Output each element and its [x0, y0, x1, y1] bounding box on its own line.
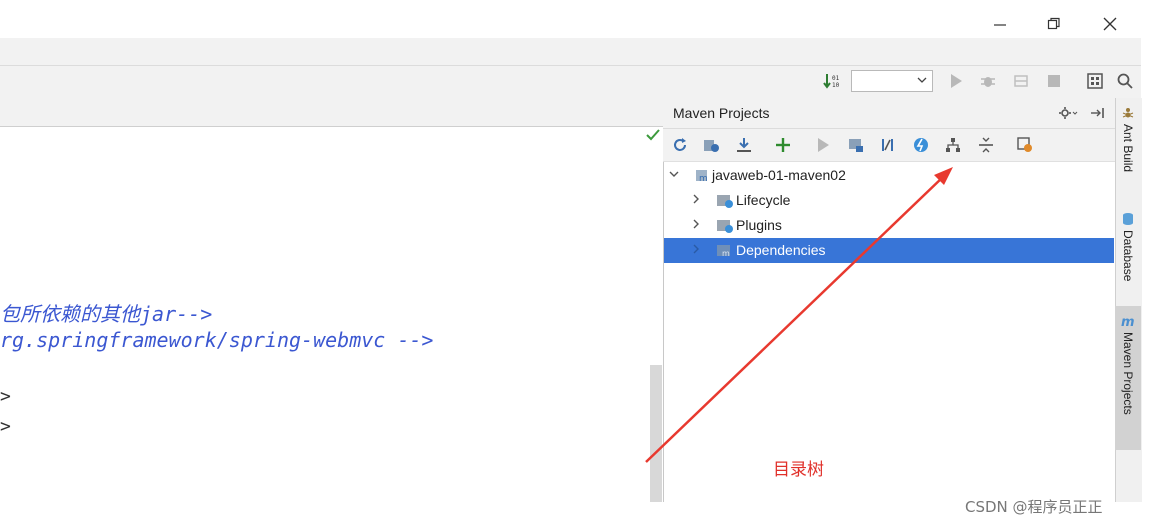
refresh-icon[interactable]	[671, 136, 689, 154]
chevron-right-icon[interactable]	[690, 218, 702, 230]
svg-text:10: 10	[832, 82, 840, 89]
maven-icon: m	[1121, 315, 1135, 328]
watermark: CSDN @程序员正正	[965, 498, 1103, 516]
coverage-icon[interactable]	[1012, 72, 1030, 90]
maven-panel-title: Maven Projects	[673, 105, 770, 121]
code-bracket: >	[0, 416, 11, 437]
tree-item-project[interactable]: m javaweb-01-maven02	[664, 163, 1114, 188]
tab-label: Maven Projects	[1121, 332, 1135, 415]
restore-icon	[1047, 17, 1060, 30]
hide-panel-icon[interactable]	[1090, 106, 1106, 120]
toggle-offline-icon[interactable]	[879, 136, 897, 154]
skip-tests-icon[interactable]	[912, 136, 930, 154]
svg-text:01: 01	[832, 75, 840, 82]
tree-item-label: Plugins	[736, 217, 782, 233]
ant-icon	[1122, 108, 1134, 118]
chevron-down-icon	[917, 77, 927, 83]
code-comment-line: rg.springframework/spring-webmvc -->	[0, 328, 434, 352]
svg-text:m: m	[699, 174, 708, 183]
download-icon[interactable]	[735, 136, 753, 154]
tab-ant-build[interactable]: Ant Build	[1115, 106, 1141, 198]
editor-tab-bar	[0, 98, 663, 127]
main-toolbar	[0, 66, 1141, 99]
plugins-folder-icon	[717, 220, 733, 233]
chevron-right-icon[interactable]	[690, 243, 702, 255]
database-icon	[1123, 213, 1133, 225]
debug-icon[interactable]	[979, 72, 997, 90]
chevron-down-icon[interactable]	[668, 168, 680, 180]
editor-scrollbar[interactable]	[650, 365, 662, 502]
gear-icon[interactable]	[1058, 106, 1078, 120]
svg-text:m: m	[1121, 315, 1135, 328]
annotation-label: 目录树	[773, 460, 824, 480]
maven-module-icon: m	[696, 170, 708, 183]
tab-database[interactable]: Database	[1115, 212, 1141, 300]
project-structure-icon[interactable]	[1086, 72, 1104, 90]
search-icon[interactable]	[1116, 72, 1134, 90]
tree-item-label: Lifecycle	[736, 192, 791, 208]
svg-text:m: m	[722, 249, 730, 258]
minimize-icon	[994, 24, 1006, 26]
tree-item-label: Dependencies	[736, 242, 826, 258]
show-dependencies-icon[interactable]	[944, 136, 962, 154]
collapse-all-icon[interactable]	[977, 136, 995, 154]
add-icon[interactable]	[774, 136, 792, 154]
tab-label: Database	[1121, 230, 1135, 282]
code-bracket: >	[0, 386, 11, 407]
dependencies-folder-icon: m	[717, 245, 730, 258]
minimize-button[interactable]	[980, 10, 1020, 38]
generate-sources-icon[interactable]	[702, 136, 720, 154]
menu-bar	[0, 38, 1141, 66]
restore-button[interactable]	[1034, 10, 1074, 38]
close-button[interactable]	[1090, 10, 1130, 38]
tree-item-dependencies[interactable]: m Dependencies	[664, 238, 1114, 263]
run-maven-build-icon[interactable]	[814, 136, 832, 154]
stop-icon[interactable]	[1045, 72, 1063, 90]
check-icon	[646, 129, 660, 141]
code-comment-line: 包所依赖的其他jar-->	[0, 302, 213, 326]
run-configuration-select[interactable]	[851, 70, 933, 92]
tree-item-label: javaweb-01-maven02	[712, 167, 846, 183]
tab-label: Ant Build	[1121, 124, 1135, 173]
execute-goal-icon[interactable]	[847, 136, 865, 154]
maven-settings-icon[interactable]	[1016, 136, 1034, 154]
lifecycle-folder-icon	[717, 195, 733, 208]
tree-item-plugins[interactable]: Plugins	[664, 213, 1114, 238]
tab-maven-projects[interactable]: m Maven Projects	[1115, 306, 1141, 450]
close-icon	[1103, 17, 1117, 31]
tree-item-lifecycle[interactable]: Lifecycle	[664, 188, 1114, 213]
run-icon[interactable]	[947, 72, 965, 90]
chevron-right-icon[interactable]	[690, 193, 702, 205]
sort-icon[interactable]: 0110	[823, 72, 841, 90]
